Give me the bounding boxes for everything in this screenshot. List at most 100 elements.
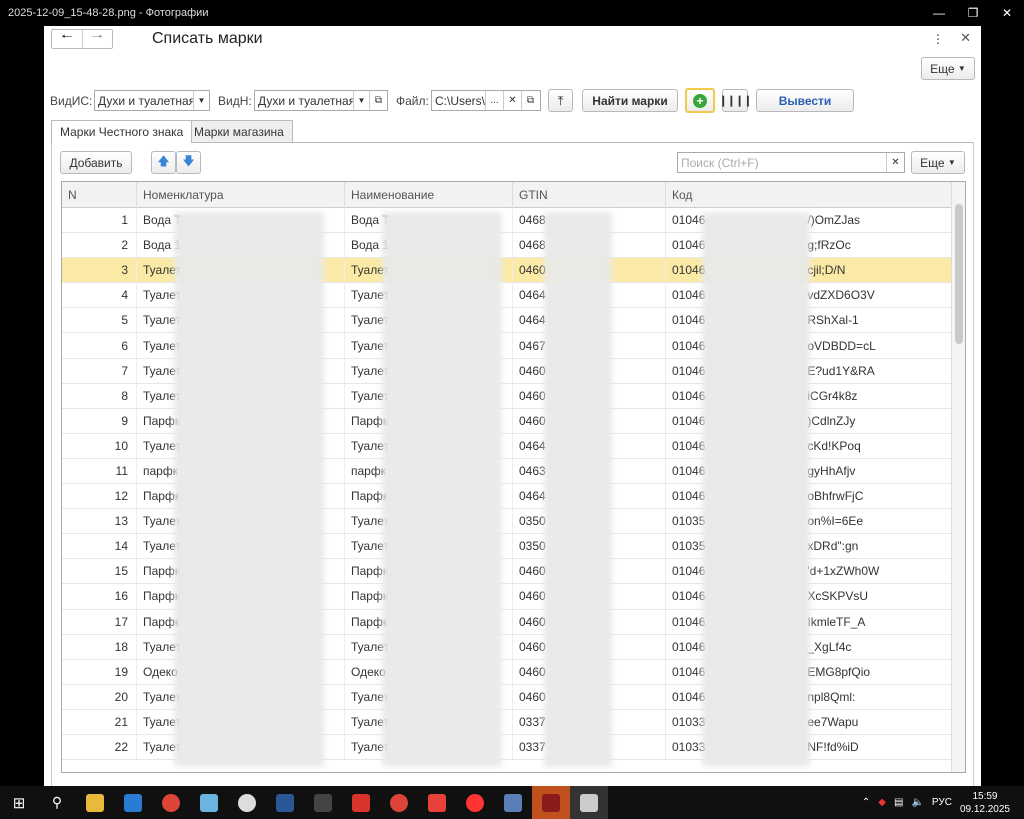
output-button[interactable]: Вывести bbox=[756, 89, 854, 112]
clock[interactable]: 15:59 09.12.2025 bbox=[960, 790, 1010, 816]
find-marks-button[interactable]: Найти марки bbox=[582, 89, 678, 112]
chrome-icon[interactable] bbox=[152, 786, 190, 819]
window-titlebar: 2025-12-09_15-48-28.png - Фотографии — ❐… bbox=[0, 0, 1024, 26]
vid-n-select[interactable]: Духи и туалетная ▼ ⧉ bbox=[254, 90, 388, 111]
add-circle-button[interactable]: + bbox=[685, 88, 715, 113]
language-indicator[interactable]: РУС bbox=[932, 797, 952, 808]
chevron-up-icon[interactable]: ⌃ bbox=[862, 797, 870, 808]
calculator-icon[interactable] bbox=[304, 786, 342, 819]
col-code[interactable]: Код bbox=[666, 182, 952, 208]
cell-n: 16 bbox=[62, 584, 137, 609]
app-icon[interactable] bbox=[190, 786, 228, 819]
barcode-button[interactable]: ❙❙❙❙ bbox=[719, 89, 752, 112]
anydesk-icon[interactable] bbox=[418, 786, 456, 819]
app-window: 🠐 🠒 Списать марки ⋮ ✕ Еще ▼ ВидИС: Духи … bbox=[44, 26, 981, 786]
chevron-down-icon: ▼ bbox=[957, 64, 966, 73]
cell-n: 12 bbox=[62, 484, 137, 509]
cell-n: 13 bbox=[62, 509, 137, 534]
cell-n: 14 bbox=[62, 534, 137, 559]
clear-icon[interactable]: ✕ bbox=[503, 91, 521, 110]
app-icon[interactable] bbox=[532, 786, 570, 819]
plus-circle-icon: + bbox=[693, 93, 707, 108]
close-icon[interactable]: ✕ bbox=[990, 0, 1024, 26]
redaction bbox=[544, 212, 612, 767]
app-icon[interactable] bbox=[228, 786, 266, 819]
clear-search-icon[interactable]: ✕ bbox=[886, 153, 904, 172]
arrow-down-icon: 🡇 bbox=[182, 154, 195, 168]
open-icon[interactable]: ⧉ bbox=[369, 91, 387, 110]
dropdown-icon[interactable]: ▼ bbox=[353, 91, 369, 110]
cell-n: 3 bbox=[62, 258, 137, 283]
system-tray: ⌃ ◆ ▤ 🔈 РУС 15:59 09.12.2025 bbox=[862, 790, 1024, 816]
col-name[interactable]: Наименование bbox=[345, 182, 513, 208]
app-icon[interactable] bbox=[494, 786, 532, 819]
search-icon[interactable]: ⚲ bbox=[38, 786, 76, 819]
add-button[interactable]: Добавить bbox=[60, 151, 132, 174]
vid-is-select[interactable]: Духи и туалетная ▼ bbox=[94, 90, 210, 111]
col-nomenclature[interactable]: Номенклатура bbox=[137, 182, 345, 208]
maximize-icon[interactable]: ❐ bbox=[956, 0, 990, 26]
tab-chestny-znak[interactable]: Марки Честного знака bbox=[51, 120, 193, 143]
minimize-icon[interactable]: — bbox=[922, 0, 956, 26]
redaction bbox=[174, 212, 324, 767]
cell-n: 7 bbox=[62, 358, 137, 383]
vid-n-value: Духи и туалетная bbox=[258, 93, 353, 108]
col-gtin[interactable]: GTIN bbox=[513, 182, 666, 208]
file-explorer-icon[interactable] bbox=[76, 786, 114, 819]
volume-icon[interactable]: 🔈 bbox=[911, 797, 923, 808]
windows-start-icon[interactable]: ⊞ bbox=[0, 786, 38, 819]
cell-n: 1 bbox=[62, 208, 137, 233]
cell-n: 17 bbox=[62, 609, 137, 634]
vertical-scrollbar[interactable] bbox=[951, 182, 965, 772]
clock-time: 15:59 bbox=[972, 790, 998, 802]
forward-arrow-icon[interactable]: 🠒 bbox=[81, 29, 113, 48]
app-icon[interactable] bbox=[114, 786, 152, 819]
more-button[interactable]: Еще ▼ bbox=[921, 57, 975, 80]
pdf-icon[interactable] bbox=[342, 786, 380, 819]
barcode-icon: ❙❙❙❙ bbox=[718, 95, 753, 107]
cell-n: 2 bbox=[62, 233, 137, 258]
col-n[interactable]: N bbox=[62, 182, 137, 208]
upload-button[interactable]: ⤒ bbox=[548, 89, 573, 112]
photos-icon[interactable] bbox=[570, 786, 608, 819]
marks-table: N Номенклатура Наименование GTIN Код 1 Во… bbox=[61, 181, 966, 773]
file-browse-button[interactable]: ... bbox=[485, 91, 503, 110]
kebab-menu-icon[interactable]: ⋮ bbox=[932, 32, 944, 46]
tray-app-icon[interactable]: ◆ bbox=[878, 797, 886, 808]
page-title: Списать марки bbox=[152, 30, 263, 47]
taskbar: ⊞ ⚲ ⌃ ◆ ▤ 🔈 РУС 15:59 09.12.2025 bbox=[0, 786, 1024, 819]
cell-n: 21 bbox=[62, 709, 137, 734]
open-icon[interactable]: ⧉ bbox=[521, 91, 539, 110]
file-label: Файл: bbox=[396, 94, 429, 108]
move-up-button[interactable]: 🡅 bbox=[151, 151, 176, 174]
arrow-up-icon: 🡅 bbox=[157, 154, 170, 168]
word-icon[interactable] bbox=[266, 786, 304, 819]
back-arrow-icon[interactable]: 🠐 bbox=[52, 29, 82, 48]
cell-n: 19 bbox=[62, 659, 137, 684]
cell-n: 11 bbox=[62, 458, 137, 484]
table-more-button[interactable]: Еще ▼ bbox=[911, 151, 965, 174]
move-down-button[interactable]: 🡇 bbox=[176, 151, 201, 174]
form-close-icon[interactable]: ✕ bbox=[960, 30, 971, 46]
file-input[interactable]: C:\Users\ ... ✕ ⧉ bbox=[431, 90, 541, 111]
vid-is-value: Духи и туалетная bbox=[98, 93, 193, 108]
cell-n: 5 bbox=[62, 308, 137, 333]
dropdown-icon[interactable]: ▼ bbox=[193, 91, 209, 110]
cell-n: 22 bbox=[62, 734, 137, 760]
yandex-browser-icon[interactable] bbox=[456, 786, 494, 819]
cell-n: 9 bbox=[62, 408, 137, 433]
scrollbar-thumb[interactable] bbox=[955, 204, 963, 344]
chevron-down-icon: ▼ bbox=[947, 158, 956, 167]
nav-buttons: 🠐 🠒 bbox=[51, 29, 113, 49]
network-icon[interactable]: ▤ bbox=[894, 797, 903, 808]
redaction bbox=[702, 212, 810, 767]
cell-n: 4 bbox=[62, 283, 137, 308]
chrome-icon[interactable] bbox=[380, 786, 418, 819]
cell-n: 10 bbox=[62, 433, 137, 458]
table-more-label: Еще bbox=[920, 155, 945, 170]
vid-is-label: ВидИС: bbox=[50, 94, 93, 108]
more-label: Еще bbox=[930, 61, 955, 76]
tab-store-marks[interactable]: Марки магазина bbox=[185, 120, 293, 142]
vid-n-label: ВидН: bbox=[218, 94, 252, 108]
search-input[interactable]: Поиск (Ctrl+F) ✕ bbox=[677, 152, 905, 173]
